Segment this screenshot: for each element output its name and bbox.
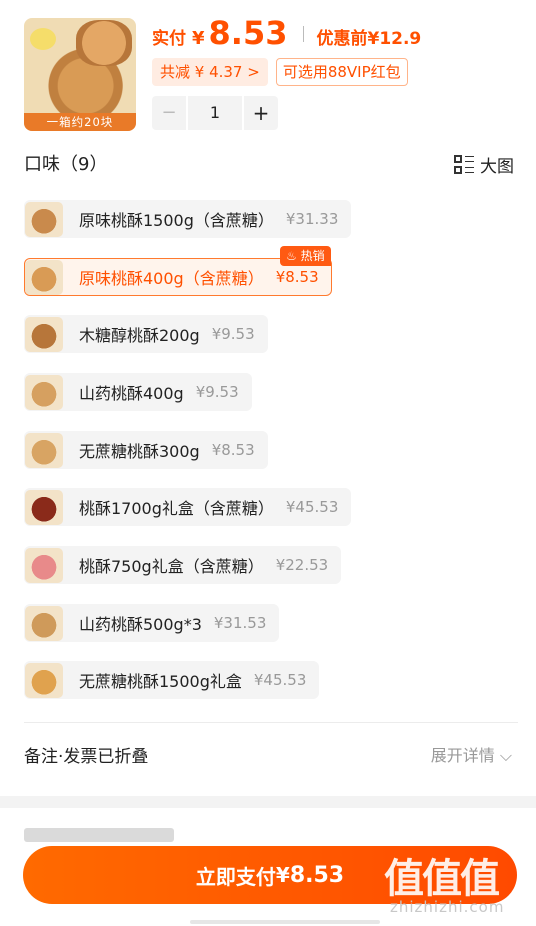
flavor-option-image	[25, 374, 63, 410]
hot-sale-badge: ♨ 热销	[280, 246, 331, 266]
flavor-option[interactable]: 山药桃酥400g ¥9.53	[24, 373, 252, 411]
cookie-decoration	[76, 20, 132, 66]
section-gap	[0, 796, 536, 808]
flavor-option-name: 桃酥1700g礼盒（含蔗糖）	[79, 499, 274, 518]
flavor-option-name: 原味桃酥400g（含蔗糖）	[79, 269, 264, 288]
flavor-option-image	[25, 259, 63, 295]
product-header: 一箱约20块 实付 ¥ 8.53 优惠前¥12.9 共减 ¥ 4.37 > 可选…	[0, 0, 536, 140]
flavor-option[interactable]: 木糖醇桃酥200g ¥9.53	[24, 315, 268, 353]
flavor-option-image	[25, 547, 63, 583]
pay-label: 实付	[152, 29, 186, 49]
pay-now-label: 立即支付	[195, 864, 276, 889]
flavor-option[interactable]: 桃酥1700g礼盒（含蔗糖） ¥45.53	[24, 488, 352, 526]
flavor-option-image	[25, 489, 63, 525]
flavor-option-price: ¥9.53	[211, 325, 255, 343]
pay-now-currency: ¥	[275, 863, 290, 887]
grid-view-icon	[454, 154, 474, 175]
flavor-option-price: ¥9.53	[195, 383, 239, 401]
original-price: 优惠前¥12.9	[316, 29, 422, 49]
price-divider	[303, 26, 305, 42]
flavor-option-name: 木糖醇桃酥200g	[79, 326, 200, 345]
expand-details-button[interactable]: 展开详情 ⌵	[431, 742, 512, 766]
remark-label: 备注·发票已折叠	[24, 747, 149, 767]
flavor-option-price: ¥45.53	[253, 671, 307, 689]
pay-amount: 8.53	[208, 14, 288, 52]
pay-currency: ¥	[192, 28, 205, 49]
flavor-option-name: 桃酥750g礼盒（含蔗糖）	[79, 557, 264, 576]
home-indicator[interactable]	[190, 920, 380, 924]
flavor-option-price: ¥8.53	[275, 268, 319, 286]
increase-button[interactable]: +	[244, 96, 278, 130]
flavor-option[interactable]: 桃酥750g礼盒（含蔗糖） ¥22.53	[24, 546, 342, 584]
product-image[interactable]: 一箱约20块	[24, 18, 136, 131]
flavor-option-image	[25, 201, 63, 237]
flavor-option-price: ¥31.53	[213, 614, 267, 632]
pay-now-amount: 8.53	[289, 862, 345, 888]
flavor-option-name: 山药桃酥400g	[79, 384, 184, 403]
pay-now-button[interactable]: 立即支付 ¥ 8.53	[23, 846, 517, 904]
flavor-option[interactable]: 无蔗糖桃酥1500g礼盒 ¥45.53	[24, 661, 320, 699]
flavor-option-price: ¥22.53	[275, 556, 329, 574]
flavor-option-name: 山药桃酥500g*3	[79, 615, 202, 634]
flavor-option[interactable]: 山药桃酥500g*3 ¥31.53	[24, 604, 280, 642]
lemon-decoration	[30, 28, 56, 50]
flavor-option-price: ¥31.33	[285, 210, 339, 228]
product-image-band: 一箱约20块	[24, 113, 136, 131]
vip-redpacket-tag[interactable]: 可选用88VIP红包	[275, 58, 408, 86]
decrease-button[interactable]: −	[152, 96, 186, 130]
flavor-option[interactable]: 原味桃酥400g（含蔗糖） ¥8.53 ♨ 热销	[24, 246, 332, 296]
flavor-option-price: ¥8.53	[211, 441, 255, 459]
flavor-option-name: 无蔗糖桃酥1500g礼盒	[79, 672, 242, 691]
big-view-toggle[interactable]: 大图	[454, 152, 514, 177]
flavor-option-image	[25, 605, 63, 641]
section-divider	[24, 722, 518, 723]
flavor-option-price: ¥45.53	[285, 498, 339, 516]
flavor-title: 口味（9）	[24, 154, 108, 175]
flavor-option-name: 无蔗糖桃酥300g	[79, 442, 200, 461]
flavor-option-image	[25, 432, 63, 468]
discount-tag[interactable]: 共减 ¥ 4.37 >	[152, 58, 268, 86]
price-row: 实付 ¥ 8.53 优惠前¥12.9	[152, 14, 421, 54]
quantity-stepper: − 1 +	[152, 96, 278, 130]
flavor-option-image	[25, 316, 63, 352]
collapsed-section-peek	[24, 828, 174, 842]
promo-tags: 共减 ¥ 4.37 > 可选用88VIP红包	[152, 58, 408, 86]
flavor-option[interactable]: 无蔗糖桃酥300g ¥8.53	[24, 431, 268, 469]
big-view-label: 大图	[480, 157, 514, 177]
flavor-option-image	[25, 662, 63, 698]
flavor-option[interactable]: 原味桃酥1500g（含蔗糖） ¥31.33	[24, 200, 352, 238]
flavor-option-name: 原味桃酥1500g（含蔗糖）	[79, 211, 274, 230]
quantity-value[interactable]: 1	[188, 96, 242, 130]
